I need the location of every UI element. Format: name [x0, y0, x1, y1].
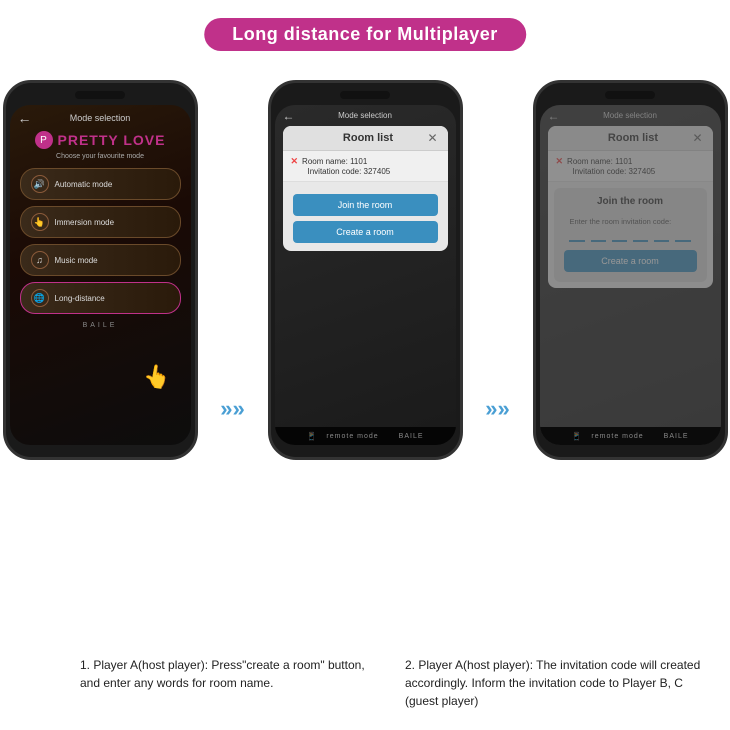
long-distance-mode-btn[interactable]: 🌐 Long-distance — [20, 282, 181, 314]
arrow-2-3: » » — [473, 398, 523, 420]
phone-3-screen: ← Mode selection Room list ✕ ✕ Room name… — [540, 105, 721, 445]
remote-icon-3: 📱 — [571, 432, 581, 441]
phone-1: ← Mode selection P PRETTY LOVE Choose yo… — [3, 80, 198, 460]
room-list-close-btn[interactable]: ✕ — [427, 131, 437, 145]
hand-pointer: 👆 — [141, 362, 173, 392]
gray-overlay — [540, 105, 721, 445]
remote-mode-label-2: remote mode — [326, 433, 378, 440]
long-distance-icon: 🌐 — [31, 289, 49, 307]
desc-col-2: 2. Player A(host player): The invitation… — [405, 656, 710, 710]
chevron-arrows-1: » » — [220, 398, 245, 420]
music-mode-label: Music mode — [55, 256, 98, 265]
logo-icon: P — [35, 131, 53, 149]
chevron-3: » — [485, 398, 497, 420]
phone-2: ← Mode selection Room list ✕ ✕ Room name… — [268, 80, 463, 460]
room-actions: Join the room Create a room — [283, 182, 448, 251]
desc-col-1: 1. Player A(host player): Press"create a… — [20, 656, 385, 710]
join-room-btn[interactable]: Join the room — [293, 194, 438, 216]
arrow-1-2: » » — [208, 398, 258, 420]
create-room-btn[interactable]: Create a room — [293, 221, 438, 243]
phone-1-screen: ← Mode selection P PRETTY LOVE Choose yo… — [10, 105, 191, 445]
immersion-mode-btn[interactable]: 👆 Immersion mode — [20, 206, 181, 238]
automatic-mode-icon: 🔊 — [31, 175, 49, 193]
automatic-mode-btn[interactable]: 🔊 Automatic mode — [20, 168, 181, 200]
room-name-line: ✕ Room name: 1101 — [291, 156, 440, 167]
phone-2-header: ← Mode selection — [275, 105, 456, 122]
chevron-4: » — [498, 398, 510, 420]
x-mark-1: ✕ — [291, 156, 299, 167]
choose-label: Choose your favourite mode — [10, 153, 191, 160]
chevron-2: » — [233, 398, 245, 420]
phone-3: ← Mode selection Room list ✕ ✕ Room name… — [533, 80, 728, 460]
desc-text-2: 2. Player A(host player): The invitation… — [405, 658, 700, 708]
room-list-title: Room list — [309, 132, 428, 144]
title-banner: Long distance for Multiplayer — [204, 18, 526, 51]
room-list-dialog: Room list ✕ ✕ Room name: 1101 Invitation… — [283, 126, 448, 251]
room-entry: ✕ Room name: 1101 Invitation code: 32740… — [283, 151, 448, 182]
desc-text-1: 1. Player A(host player): Press"create a… — [80, 658, 365, 690]
baile-label-2: BAILE — [399, 433, 424, 440]
baile-label-3: BAILE — [664, 433, 689, 440]
phone-2-screen: ← Mode selection Room list ✕ ✕ Room name… — [275, 105, 456, 445]
mode-buttons: 🔊 Automatic mode 👆 Immersion mode ♫ Musi… — [10, 168, 191, 314]
music-mode-btn[interactable]: ♫ Music mode — [20, 244, 181, 276]
phone-2-bottom-bar: 📱 remote mode BAILE — [275, 427, 456, 445]
invitation-code-text: Invitation code: 327405 — [308, 167, 391, 176]
baile-label-1: BAILE — [10, 322, 191, 329]
music-mode-icon: ♫ — [31, 251, 49, 269]
phone-2-mode-label: Mode selection — [338, 111, 392, 120]
immersion-mode-label: Immersion mode — [55, 218, 115, 227]
title-text: Long distance for Multiplayer — [232, 24, 498, 44]
long-distance-label: Long-distance — [55, 294, 105, 303]
mode-selection-label: Mode selection — [70, 113, 131, 123]
description-row: 1. Player A(host player): Press"create a… — [20, 656, 710, 710]
invitation-line: Invitation code: 327405 — [291, 167, 440, 176]
chevron-1: » — [220, 398, 232, 420]
logo-area: P PRETTY LOVE — [10, 131, 191, 149]
phones-row: ← Mode selection P PRETTY LOVE Choose yo… — [20, 80, 710, 460]
logo-text: PRETTY LOVE — [58, 132, 166, 148]
automatic-mode-label: Automatic mode — [55, 180, 113, 189]
room-list-header: Room list ✕ — [283, 126, 448, 151]
remote-mode-label-3: remote mode — [591, 433, 643, 440]
phone-3-bottom-bar: 📱 remote mode BAILE — [540, 427, 721, 445]
phone-2-back-icon[interactable]: ← — [283, 109, 295, 123]
phone-1-header: ← Mode selection — [10, 105, 191, 125]
room-name-text: Room name: 1101 — [302, 157, 367, 166]
chevron-arrows-2: » » — [485, 398, 510, 420]
remote-icon-2: 📱 — [306, 432, 316, 441]
immersion-mode-icon: 👆 — [31, 213, 49, 231]
back-arrow-icon[interactable]: ← — [18, 110, 32, 126]
